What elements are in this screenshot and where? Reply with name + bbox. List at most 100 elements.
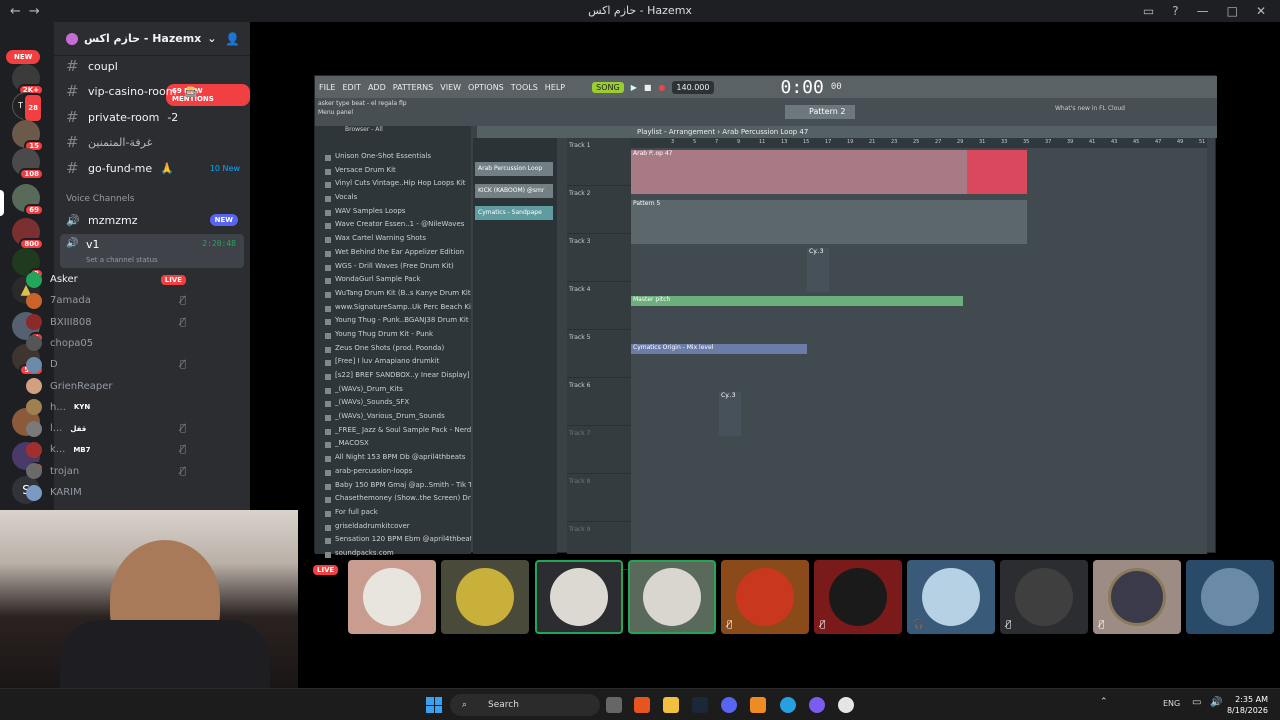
participant-tile[interactable]: 🎙̸ — [814, 560, 902, 634]
channel-item[interactable]: # vip-casino-room 🎰 — [60, 80, 244, 102]
participant-tile[interactable] — [348, 560, 436, 634]
channel-button[interactable]: Arab Percussion Loop — [475, 162, 553, 176]
browser-item[interactable]: [Free] I luv Amapiano drumkit — [315, 357, 471, 371]
app-icon[interactable] — [838, 697, 854, 713]
server-icon[interactable]: 69 — [12, 184, 44, 216]
stop-icon[interactable]: ■ — [644, 83, 652, 92]
voice-user[interactable]: KARIM — [26, 482, 196, 503]
network-icon[interactable]: ▭ — [1192, 697, 1201, 708]
maximize-button[interactable]: □ — [1227, 4, 1238, 18]
browser-item[interactable]: arab-percussion-loops — [315, 467, 471, 481]
track-header[interactable]: Track 8 — [567, 474, 631, 522]
bpm-display[interactable]: 140.000 — [672, 80, 714, 94]
browser-item[interactable]: For full pack — [315, 508, 471, 522]
voice-user[interactable]: GrienReaper — [26, 376, 196, 397]
browser-item[interactable]: WAV Samples Loops — [315, 207, 471, 221]
browser-item[interactable]: Wet Behind the Ear Appelizer Edition — [315, 248, 471, 262]
browser-item[interactable]: All Night 153 BPM Db @april4thbeats — [315, 453, 471, 467]
song-mode-toggle[interactable]: SONG — [592, 81, 624, 93]
file-explorer-icon[interactable] — [663, 697, 679, 713]
fl-menu-edit[interactable]: EDIT — [342, 83, 360, 92]
help-icon[interactable]: ? — [1172, 4, 1178, 18]
voice-user[interactable]: Asker LIVE — [26, 269, 196, 290]
participant-tile[interactable]: 🎙̸ — [1000, 560, 1088, 634]
participant-tile[interactable]: 🎙̸ — [1093, 560, 1181, 634]
fl-menu-patterns[interactable]: PATTERNS — [393, 83, 433, 92]
taskbar-search[interactable]: ⌕ Search — [450, 694, 600, 716]
play-icon[interactable]: ▶ — [631, 83, 637, 92]
voice-user[interactable]: l... قفل 🎙̸ — [26, 418, 196, 439]
fl-menu-file[interactable]: FILE — [319, 83, 335, 92]
browser-item[interactable]: Unison One-Shot Essentials — [315, 152, 471, 166]
participant-tile[interactable] — [1186, 560, 1274, 634]
server-icon[interactable]: 2K+ — [12, 64, 44, 96]
track-header[interactable]: Track 4 — [567, 282, 631, 330]
browser-item[interactable]: Vinyl Cuts Vintage..Hip Hop Loops Kit — [315, 179, 471, 193]
voice-user[interactable]: 7amada 🎙̸ — [26, 290, 196, 311]
browser-item[interactable]: Sensation 120 BPM Ebm @april4thbeats — [315, 535, 471, 549]
app-icon[interactable] — [809, 697, 825, 713]
browser-item[interactable]: WuTang Drum Kit (B..s Kanye Drum Kit) — [315, 289, 471, 303]
browser-item[interactable]: Young Thug - Punk..BGANJ38 Drum Kit — [315, 316, 471, 330]
channel-button[interactable]: KICK (KABOOM) @smr — [475, 184, 553, 198]
new-badge[interactable]: NEW — [6, 50, 41, 64]
voice-user[interactable]: trojan 🎙̸ — [26, 461, 196, 482]
browser-item[interactable]: Wax Cartel Warning Shots — [315, 234, 471, 248]
volume-icon[interactable]: 🔊 — [1210, 697, 1222, 708]
close-button[interactable]: ✕ — [1256, 4, 1266, 18]
brave-icon[interactable] — [634, 697, 650, 713]
fl-menu-help[interactable]: HELP — [545, 83, 565, 92]
server-icon[interactable]: 108 — [12, 148, 44, 180]
participant-tile[interactable]: 🎙̸ — [721, 560, 809, 634]
voice-user[interactable]: D 🎙̸ — [26, 354, 196, 375]
browser-item[interactable]: WGS - Drill Waves (Free Drum Kit) — [315, 262, 471, 276]
channel-item[interactable]: # go-fund-me 🙏 10 New — [60, 157, 244, 179]
channel-item[interactable]: # غرفة-المتمنين — [60, 131, 244, 153]
fl-menu-add[interactable]: ADD — [368, 83, 386, 92]
taskbar-clock[interactable]: 2:35 AM 8/18/2026 — [1227, 694, 1268, 716]
track-header[interactable]: Track 1 — [567, 138, 631, 186]
fl-menu-tools[interactable]: TOOLS — [511, 83, 538, 92]
minimize-button[interactable]: — — [1197, 4, 1209, 18]
channel-button[interactable]: Cymatics - Sandpape — [475, 206, 553, 220]
voice-category[interactable]: Voice Channels — [66, 194, 134, 204]
discord-icon[interactable] — [721, 697, 737, 713]
voice-user[interactable]: k... MB7 🎙̸ — [26, 439, 196, 460]
track-header[interactable]: Track 5 — [567, 330, 631, 378]
voice-channel-v1[interactable]: 🔊 v1 2:20:48 Set a channel status — [60, 234, 244, 268]
audio-clip[interactable]: Cy..3 — [719, 392, 741, 436]
browser-item[interactable]: www.SignatureSamp..Uk Perc Beach Kit — [315, 303, 471, 317]
voice-user[interactable]: chopa05 — [26, 333, 196, 354]
voice-user[interactable]: BXIII808 🎙̸ — [26, 312, 196, 333]
participant-tile[interactable]: 🎧 — [907, 560, 995, 634]
browser-item[interactable]: Young Thug Drum Kit - Punk — [315, 330, 471, 344]
guild-header[interactable]: حازم اكس - Hazemx ⌄ 👤 — [54, 22, 250, 56]
browser-item[interactable]: _(WAVs)_Various_Drum_Sounds — [315, 412, 471, 426]
browser-item[interactable]: Versace Drum Kit — [315, 166, 471, 180]
server-icon[interactable]: TNT28 — [12, 92, 43, 123]
participant-tile[interactable] — [441, 560, 529, 634]
browser-item[interactable]: WondaGurl Sample Pack — [315, 275, 471, 289]
server-icon[interactable]: 800 — [12, 218, 44, 250]
windows-start-icon[interactable] — [426, 697, 442, 713]
automation-clip[interactable]: Cymatics Origin - Mix level — [631, 344, 807, 354]
channel-item[interactable]: # coupl — [60, 55, 244, 77]
track-header[interactable]: Track 6 — [567, 378, 631, 426]
track-header[interactable]: Track 7 — [567, 426, 631, 474]
audio-clip[interactable]: Cy..3 — [807, 248, 829, 292]
fl-menu-view[interactable]: VIEW — [440, 83, 461, 92]
browser-item[interactable]: Chasethemoney (Show..the Screen) Drumkit — [315, 494, 471, 508]
browser-item[interactable]: _(WAVs)_Sounds_SFX — [315, 398, 471, 412]
chevron-up-icon[interactable]: ⌃ — [1100, 697, 1108, 707]
browser-item[interactable]: _FREE_ Jazz & Soul Sample Pack - Nerd — [315, 426, 471, 440]
browser-item[interactable]: _MACOSX — [315, 439, 471, 453]
track-header[interactable]: Track 2 — [567, 186, 631, 234]
browser-item[interactable]: Zeus One Shots (prod. Poonda) — [315, 344, 471, 358]
app-icon[interactable] — [780, 697, 796, 713]
browser-item[interactable]: _(WAVs)_Drum_Kits — [315, 385, 471, 399]
server-icon[interactable]: 15 — [12, 120, 44, 152]
participant-tile-speaking[interactable] — [535, 560, 623, 634]
audio-clip-selected[interactable] — [967, 150, 1027, 194]
inbox-icon[interactable]: ▭ — [1143, 4, 1154, 18]
add-member-icon[interactable]: 👤 — [225, 32, 240, 46]
